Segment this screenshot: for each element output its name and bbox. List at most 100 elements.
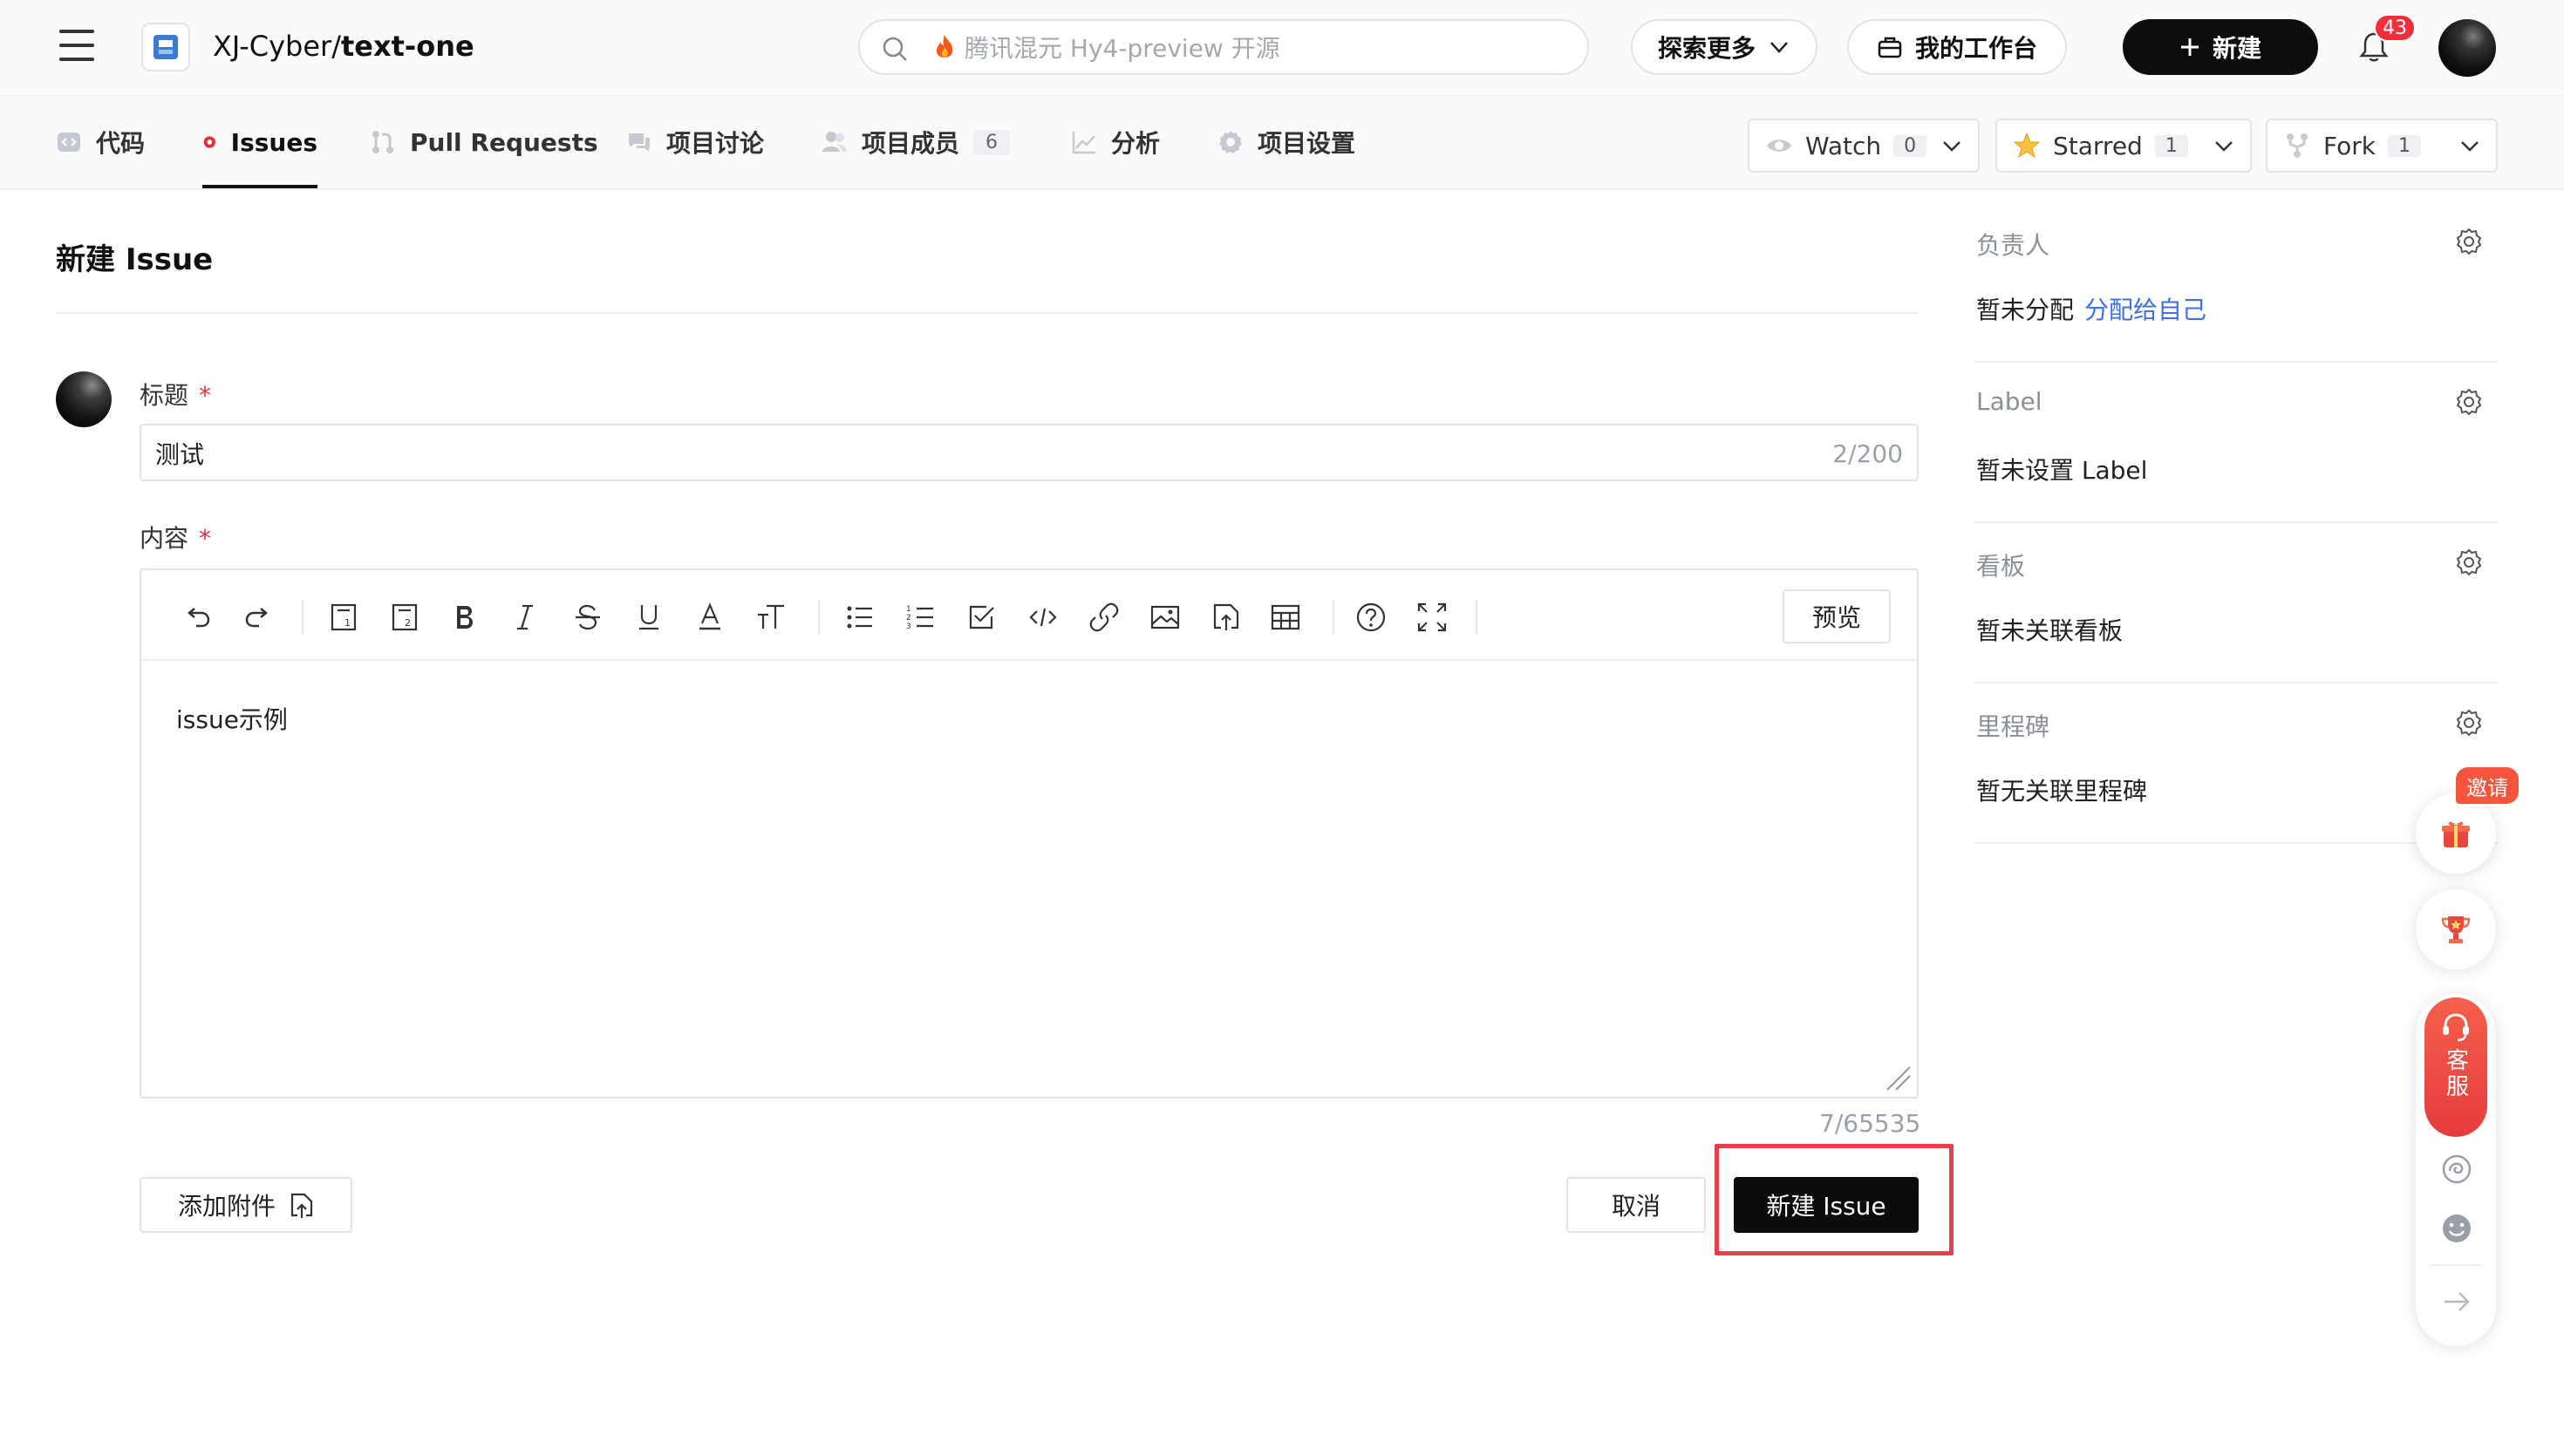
watch-count: 0 (1893, 134, 1927, 157)
plus-icon (2180, 38, 2199, 56)
editor-content[interactable]: issue示例 (176, 701, 288, 736)
pull-request-icon (372, 131, 393, 153)
board-value: 暂未关联看板 (1976, 616, 2124, 645)
resize-handle-icon[interactable] (1882, 1062, 1912, 1092)
bold-icon[interactable] (447, 600, 481, 635)
tab-settings-label: 项目设置 (1258, 129, 1356, 158)
heading-1-icon[interactable]: 1 (326, 600, 361, 635)
chart-icon (1072, 132, 1095, 154)
assign-to-self-link[interactable]: 分配给自己 (2084, 296, 2206, 324)
fork-label: Fork (2323, 131, 2376, 160)
redo-icon[interactable] (241, 600, 276, 635)
image-icon[interactable] (1148, 600, 1183, 635)
fire-icon (936, 35, 953, 58)
content-label-text: 内容 (140, 524, 189, 553)
hamburger-menu-icon[interactable] (59, 30, 94, 65)
star-button[interactable]: Starred 1 (1995, 119, 2252, 173)
issue-icon (203, 136, 215, 148)
fork-button[interactable]: Fork 1 (2266, 119, 2498, 173)
add-attachment-button[interactable]: 添加附件 (140, 1177, 352, 1233)
table-icon[interactable] (1268, 600, 1303, 635)
tab-discussions[interactable]: 项目讨论 (626, 96, 764, 188)
label-title: Label (1976, 387, 2042, 416)
code-icon (58, 133, 80, 152)
italic-icon[interactable] (508, 600, 542, 635)
underline-icon[interactable] (631, 600, 666, 635)
title-char-counter: 2/200 (1832, 439, 1903, 468)
repo-separator: / (331, 30, 341, 63)
create-issue-button[interactable]: 新建 Issue (1734, 1177, 1919, 1233)
heading-2-icon[interactable]: 2 (387, 600, 422, 635)
tab-issues[interactable]: Issues (202, 96, 317, 188)
search-icon (883, 37, 907, 61)
label-section: Label 暂未设置 Label (1974, 363, 2498, 523)
svg-text:2: 2 (405, 617, 411, 629)
watch-label: Watch (1805, 131, 1882, 160)
invite-gift-button[interactable] (2416, 793, 2496, 874)
search-box[interactable] (858, 19, 1589, 75)
chevron-down-icon[interactable] (1941, 135, 1962, 156)
repo-owner[interactable]: XJ-Cyber (213, 30, 331, 63)
trophy-button[interactable] (2416, 889, 2496, 970)
customer-service-button[interactable]: 客服 (2424, 997, 2487, 1137)
divider (2430, 1264, 2482, 1266)
title-input[interactable] (155, 434, 1777, 473)
required-mark: * (199, 524, 212, 553)
undo-icon[interactable] (180, 600, 215, 635)
preview-button[interactable]: 预览 (1783, 589, 1891, 643)
numbered-list-icon[interactable]: 123 (904, 600, 938, 635)
link-icon[interactable] (1087, 600, 1122, 635)
repo-logo-icon[interactable] (141, 23, 190, 71)
svg-text:1: 1 (906, 605, 911, 614)
watch-button[interactable]: Watch 0 (1748, 119, 1980, 173)
markdown-editor[interactable]: 1 2 123 预览 issue示例 (140, 568, 1919, 1099)
board-title: 看板 (1976, 552, 2026, 581)
strikethrough-icon[interactable] (570, 600, 605, 635)
text-color-icon[interactable] (692, 600, 727, 635)
arrow-right-icon[interactable] (2440, 1285, 2473, 1318)
tab-pull-requests[interactable]: Pull Requests (370, 96, 598, 188)
repo-name[interactable]: text-one (341, 30, 474, 63)
tab-members-label: 项目成员 (862, 129, 960, 158)
task-list-icon[interactable] (965, 600, 999, 635)
invite-badge[interactable]: 邀请 (2456, 767, 2519, 804)
tab-settings[interactable]: 项目设置 (1217, 96, 1355, 188)
content-field-label: 内容 * (140, 520, 211, 555)
editor-toolbar: 1 2 123 预览 (141, 570, 1917, 661)
workbench-label: 我的工作台 (1914, 34, 2037, 63)
eye-icon (1767, 139, 1791, 152)
svg-text:1: 1 (344, 617, 351, 629)
workbench-button[interactable]: 我的工作台 (1847, 19, 2067, 75)
repo-title[interactable]: XJ-Cyber/text-one (213, 30, 474, 63)
title-field-label: 标题 * (140, 377, 211, 412)
tab-discussions-label: 项目讨论 (666, 129, 765, 158)
gear-icon[interactable] (2454, 548, 2484, 577)
chevron-down-icon[interactable] (2459, 135, 2480, 156)
smiley-icon[interactable] (2440, 1212, 2473, 1245)
notification-badge[interactable]: 43 (2374, 14, 2416, 42)
new-button[interactable]: 新建 (2123, 19, 2318, 75)
explore-more-button[interactable]: 探索更多 (1631, 19, 1817, 75)
chevron-down-icon[interactable] (2213, 135, 2234, 156)
search-input[interactable] (965, 30, 1566, 66)
code-block-icon[interactable] (1026, 600, 1060, 635)
tab-members[interactable]: 项目成员 6 (822, 96, 1011, 188)
user-avatar[interactable] (2438, 19, 2496, 77)
swirl-icon[interactable] (2440, 1153, 2473, 1186)
members-icon (822, 132, 847, 152)
title-field[interactable]: 2/200 (140, 424, 1919, 481)
upload-file-icon[interactable] (1209, 600, 1244, 635)
gear-icon[interactable] (2454, 387, 2484, 417)
assignee-value: 暂未分配 分配给自己 (1976, 291, 2206, 326)
gear-icon[interactable] (2454, 708, 2484, 738)
cancel-button[interactable]: 取消 (1566, 1177, 1706, 1233)
tab-issues-label: Issues (230, 127, 317, 157)
customer-service-label: 客服 (2442, 1048, 2469, 1100)
help-icon[interactable] (1354, 600, 1388, 635)
gear-icon[interactable] (2454, 227, 2484, 256)
tab-analytics[interactable]: 分析 (1071, 96, 1160, 188)
font-size-icon[interactable] (754, 600, 788, 635)
bullet-list-icon[interactable] (842, 600, 877, 635)
tab-code[interactable]: 代码 (56, 96, 145, 188)
fullscreen-icon[interactable] (1415, 600, 1449, 635)
